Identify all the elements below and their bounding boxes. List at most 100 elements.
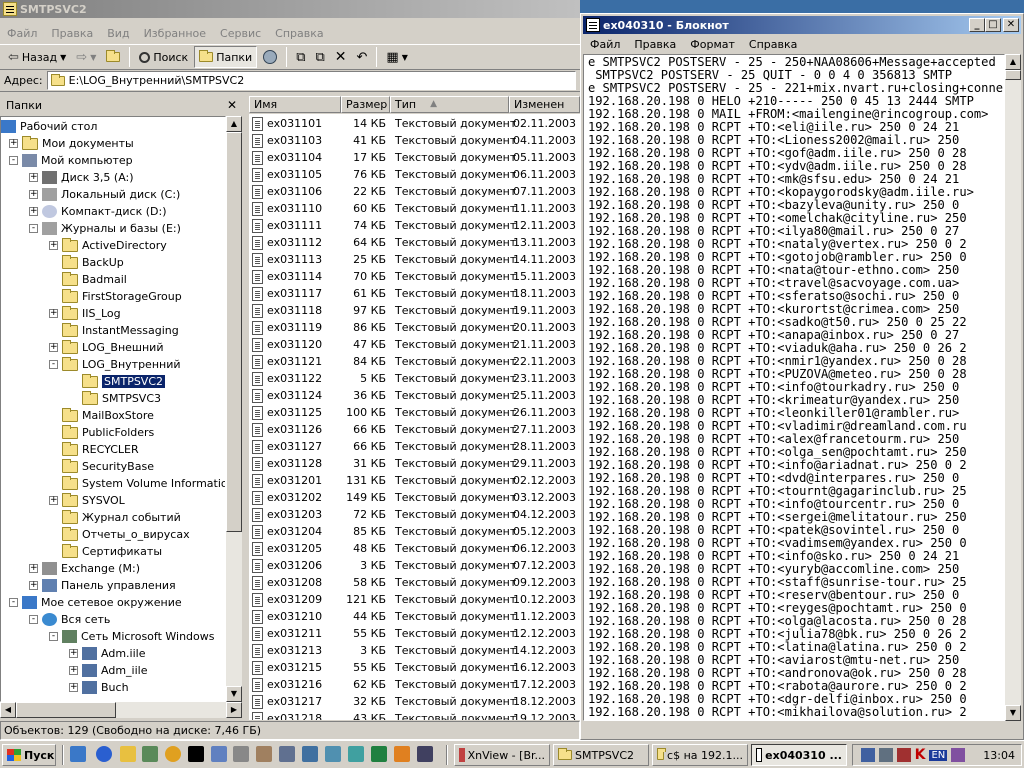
- scroll-down-icon[interactable]: ▼: [226, 686, 242, 702]
- file-name-cell[interactable]: ex031206: [249, 558, 341, 573]
- file-name-cell[interactable]: ex031118: [249, 303, 341, 318]
- file-row[interactable]: ex031201 131 КБ Текстовый документ 02.12.20…: [249, 472, 576, 489]
- expand-icon[interactable]: +: [69, 666, 78, 675]
- language-indicator[interactable]: EN: [929, 749, 948, 761]
- tree-node[interactable]: - Мой компьютер: [9, 152, 133, 169]
- minimize-button[interactable]: _: [969, 18, 985, 32]
- tree-node[interactable]: + Панель управления: [29, 577, 176, 594]
- task-share[interactable]: c$ на 192.1...: [652, 744, 748, 766]
- file-row[interactable]: ex031105 76 КБ Текстовый документ 06.11.200…: [249, 166, 576, 183]
- folders-button[interactable]: Папки: [194, 46, 258, 68]
- file-name-cell[interactable]: ex031205: [249, 541, 341, 556]
- file-row[interactable]: ex031119 86 КБ Текстовый документ 20.11.200…: [249, 319, 576, 336]
- file-name-cell[interactable]: ex031218: [249, 711, 341, 720]
- tree-node[interactable]: RECYCLER: [49, 441, 139, 458]
- start-button[interactable]: Пуск: [2, 744, 56, 766]
- tree-node[interactable]: + LOG_Внешний: [49, 339, 163, 356]
- file-row[interactable]: ex031101 14 КБ Текстовый документ 02.11.200…: [249, 115, 576, 132]
- clock[interactable]: 13:04: [983, 749, 1015, 762]
- file-row[interactable]: ex031117 61 КБ Текстовый документ 18.11.200…: [249, 285, 576, 302]
- file-row[interactable]: ex031106 22 КБ Текстовый документ 07.11.200…: [249, 183, 576, 200]
- file-name-cell[interactable]: ex031113: [249, 252, 341, 267]
- notepad-menu-edit[interactable]: Правка: [627, 38, 683, 51]
- file-row[interactable]: ex031205 48 КБ Текстовый документ 06.12.200…: [249, 540, 576, 557]
- file-name-cell[interactable]: ex031216: [249, 677, 341, 692]
- file-row[interactable]: ex031204 85 КБ Текстовый документ 05.12.200…: [249, 523, 576, 540]
- outlook-quicklaunch-icon[interactable]: [120, 746, 136, 762]
- notepad-scroll-down-icon[interactable]: ▼: [1005, 705, 1021, 721]
- copy-to-button[interactable]: ⧉: [311, 46, 328, 68]
- file-row[interactable]: ex031127 66 КБ Текстовый документ 28.11.200…: [249, 438, 576, 455]
- tree-node[interactable]: + Локальный диск (C:): [29, 186, 180, 203]
- file-name-cell[interactable]: ex031117: [249, 286, 341, 301]
- file-name-cell[interactable]: ex031122: [249, 371, 341, 386]
- tree-node[interactable]: + Adm_iile: [69, 662, 147, 679]
- tree-node[interactable]: Журнал событий: [49, 509, 181, 526]
- up-button[interactable]: [102, 46, 124, 68]
- file-row[interactable]: ex031122 5 КБ Текстовый документ 23.11.2003: [249, 370, 576, 387]
- tree-node[interactable]: + IIS_Log: [49, 305, 121, 322]
- file-row[interactable]: ex031215 55 КБ Текстовый документ 16.12.200…: [249, 659, 576, 676]
- column-modified[interactable]: Изменен: [509, 96, 580, 113]
- file-name-cell[interactable]: ex031127: [249, 439, 341, 454]
- menu-help[interactable]: Справка: [268, 27, 330, 40]
- file-name-cell[interactable]: ex031120: [249, 337, 341, 352]
- file-name-cell[interactable]: ex031119: [249, 320, 341, 335]
- file-name-cell[interactable]: ex031217: [249, 694, 341, 709]
- tree-node[interactable]: Отчеты_о_вирусах: [49, 526, 190, 543]
- file-name-cell[interactable]: ex031203: [249, 507, 341, 522]
- forward-dropdown-icon[interactable]: ▼: [90, 53, 96, 62]
- console-quicklaunch-icon[interactable]: [256, 746, 272, 762]
- notepad-scroll-thumb[interactable]: [1005, 70, 1021, 80]
- expand-icon[interactable]: +: [69, 649, 78, 658]
- file-row[interactable]: ex031128 31 КБ Текстовый документ 29.11.200…: [249, 455, 576, 472]
- file-name-cell[interactable]: ex031213: [249, 643, 341, 658]
- maximize-button[interactable]: □: [985, 18, 1001, 32]
- file-row[interactable]: ex031126 66 КБ Текстовый документ 27.11.200…: [249, 421, 576, 438]
- screen-quicklaunch-icon[interactable]: [325, 746, 341, 762]
- collapse-icon[interactable]: -: [49, 632, 58, 641]
- file-row[interactable]: ex031202 149 КБ Текстовый документ 03.12.20…: [249, 489, 576, 506]
- views-button[interactable]: ▦ ▼: [382, 46, 411, 68]
- collapse-icon[interactable]: -: [9, 598, 18, 607]
- file-name-cell[interactable]: ex031124: [249, 388, 341, 403]
- expand-icon[interactable]: +: [29, 581, 38, 590]
- expand-icon[interactable]: +: [29, 173, 38, 182]
- file-row[interactable]: ex031112 64 КБ Текстовый документ 13.11.200…: [249, 234, 576, 251]
- file-name-cell[interactable]: ex031111: [249, 218, 341, 233]
- address-field[interactable]: E:\LOG_Внутренний\SMTPSVC2: [46, 71, 576, 90]
- file-name-cell[interactable]: ex031202: [249, 490, 341, 505]
- scroll-thumb[interactable]: [226, 132, 242, 532]
- file-name-cell[interactable]: ex031211: [249, 626, 341, 641]
- expand-icon[interactable]: +: [49, 309, 58, 318]
- expand-icon[interactable]: +: [49, 343, 58, 352]
- forward-button[interactable]: ⇨ ▼: [72, 46, 100, 68]
- menu-file[interactable]: Файл: [0, 27, 44, 40]
- file-row[interactable]: ex031120 47 КБ Текстовый документ 21.11.200…: [249, 336, 576, 353]
- file-name-cell[interactable]: ex031112: [249, 235, 341, 250]
- collapse-icon[interactable]: -: [29, 224, 38, 233]
- media-player-quicklaunch-icon[interactable]: [165, 746, 181, 762]
- task-smtpsvc2[interactable]: SMTPSVC2: [553, 744, 649, 766]
- file-row[interactable]: ex031217 32 КБ Текстовый документ 18.12.200…: [249, 693, 576, 710]
- expand-icon[interactable]: +: [49, 241, 58, 250]
- expand-icon[interactable]: +: [9, 139, 18, 148]
- tree-hscrollbar[interactable]: ◀ ▶: [0, 702, 242, 718]
- edit-quicklaunch-icon[interactable]: [233, 746, 249, 762]
- collapse-icon[interactable]: -: [9, 156, 18, 165]
- tool-quicklaunch-icon[interactable]: [211, 746, 227, 762]
- tray-app-icon[interactable]: [951, 748, 966, 762]
- hscroll-thumb[interactable]: [16, 702, 116, 718]
- expand-icon[interactable]: +: [29, 564, 38, 573]
- tree-node[interactable]: + ActiveDirectory: [49, 237, 167, 254]
- close-button[interactable]: ✕: [1003, 18, 1019, 32]
- file-name-cell[interactable]: ex031106: [249, 184, 341, 199]
- file-name-cell[interactable]: ex031125: [249, 405, 341, 420]
- tray-network-icon[interactable]: [860, 748, 875, 762]
- tree-node[interactable]: FirstStorageGroup: [49, 288, 182, 305]
- tree-node[interactable]: - Журналы и базы (E:): [29, 220, 181, 237]
- tree-node[interactable]: PublicFolders: [49, 424, 154, 441]
- file-name-cell[interactable]: ex031209: [249, 592, 341, 607]
- file-row[interactable]: ex031124 36 КБ Текстовый документ 25.11.200…: [249, 387, 576, 404]
- scroll-left-icon[interactable]: ◀: [0, 702, 16, 718]
